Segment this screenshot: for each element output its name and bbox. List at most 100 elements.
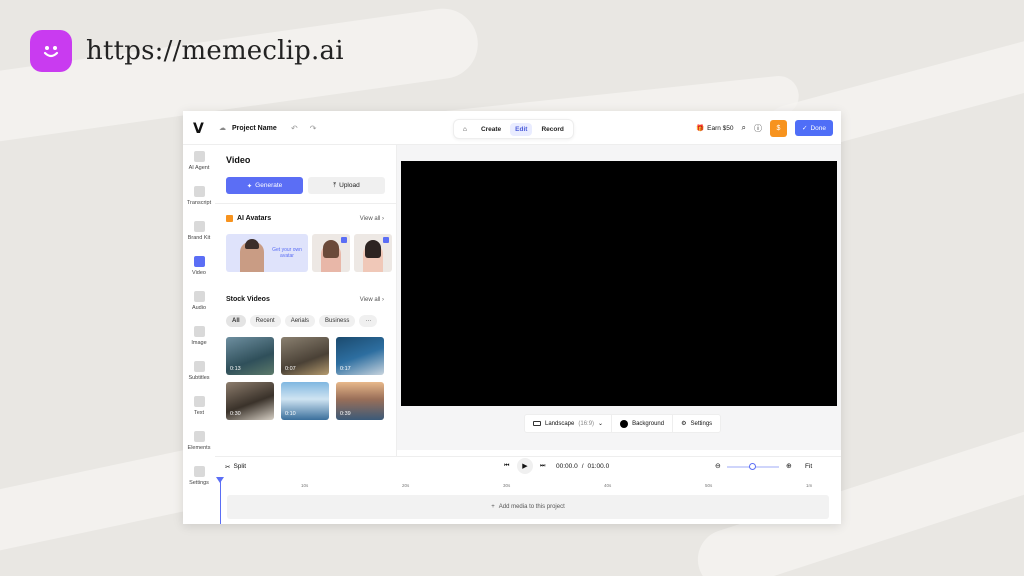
rail-item-video[interactable]: Video <box>183 256 215 276</box>
aspect-label: Landscape <box>545 420 575 427</box>
canvas-area: Landscape (16:9) ⌄ Background ⚙ Settings <box>397 145 841 450</box>
earn-label: Earn $50 <box>707 124 734 132</box>
sparkle-icon: ✦ <box>246 182 253 190</box>
avatar-card[interactable] <box>312 234 350 272</box>
tab-record[interactable]: Record <box>536 123 568 136</box>
rail-item-transcript[interactable]: Transcript <box>183 186 215 206</box>
rail-label: AI Agent <box>188 165 210 171</box>
stock-video-thumb[interactable]: 0:10 <box>281 382 329 420</box>
done-label: Done <box>810 124 826 132</box>
background-label: Background <box>632 420 665 427</box>
playhead[interactable] <box>220 479 221 524</box>
background-button[interactable]: Background <box>612 414 674 433</box>
rail-item-elements[interactable]: Elements <box>183 431 215 451</box>
stock-video-thumb[interactable]: 0:30 <box>226 382 274 420</box>
more-chips-icon[interactable]: ··· <box>359 315 378 327</box>
avatars-view-all[interactable]: View all › <box>360 216 384 222</box>
redo-icon[interactable]: ↷ <box>310 124 317 133</box>
chip-aerials[interactable]: Aerials <box>284 315 316 327</box>
video-duration: 0:30 <box>230 411 241 417</box>
upload-button[interactable]: ⤒ Upload <box>308 177 385 194</box>
zoom-in-icon[interactable]: ⊕ <box>786 462 792 470</box>
stock-videos-label: Stock Videos <box>226 296 270 303</box>
stock-video-thumb[interactable]: 0:17 <box>336 337 384 375</box>
search-icon[interactable]: ⌕ <box>742 123 746 133</box>
top-bar: V ☁ Project Name ↶ ↷ ⌂ Create Edit Recor… <box>183 111 841 145</box>
chip-recent[interactable]: Recent <box>249 315 281 327</box>
play-button[interactable]: ▶ <box>517 458 533 474</box>
stock-filter-chips: All Recent Aerials Business ··· <box>226 315 378 327</box>
upload-icon: ⤒ <box>333 181 337 189</box>
video-canvas[interactable] <box>401 161 837 406</box>
scissors-icon: ✂ <box>225 464 231 471</box>
rail-item-text[interactable]: Text <box>183 396 215 416</box>
elements-icon <box>193 431 205 442</box>
done-button[interactable]: ✓ Done <box>795 120 833 136</box>
rail-item-image[interactable]: Image <box>183 326 215 346</box>
check-icon: ✓ <box>802 125 808 132</box>
stock-video-thumb[interactable]: 0:07 <box>281 337 329 375</box>
rail-item-subtitles[interactable]: Subtitles <box>183 361 215 381</box>
smiley-face-icon <box>30 30 72 72</box>
chip-all[interactable]: All <box>226 315 246 327</box>
home-icon[interactable]: ⌂ <box>458 123 472 136</box>
timeline-ruler: 10s 20s 30s 40s 50s 1m <box>251 483 841 491</box>
video-duration: 0:07 <box>285 366 296 372</box>
video-duration: 0:10 <box>285 411 296 417</box>
rail-label: Audio <box>191 305 207 311</box>
audio-icon <box>193 291 205 302</box>
tick-label: 40s <box>604 483 612 488</box>
settings-label: Settings <box>690 420 713 427</box>
zoom-out-icon[interactable]: ⊖ <box>715 462 721 470</box>
zoom-slider[interactable] <box>727 463 779 470</box>
project-name-area[interactable]: ☁ Project Name <box>219 124 277 133</box>
split-label: Split <box>233 463 247 470</box>
app-logo-icon[interactable]: V <box>193 121 204 137</box>
add-media-track[interactable]: + Add media to this project <box>227 495 829 519</box>
generate-button[interactable]: ✦ Generate <box>226 177 303 194</box>
tab-create[interactable]: Create <box>476 123 506 136</box>
view-all-label: View all <box>359 216 381 222</box>
rail-item-audio[interactable]: Audio <box>183 291 215 311</box>
skip-forward-icon[interactable]: ⏭ <box>540 463 545 470</box>
earn-button[interactable]: 🎁 Earn $50 <box>696 124 734 133</box>
skip-back-icon[interactable]: ⏮ <box>504 463 509 470</box>
avatar-card[interactable] <box>354 234 392 272</box>
rail-label: Video <box>192 270 206 276</box>
text-icon <box>193 396 205 407</box>
fit-button[interactable]: Fit <box>805 463 812 470</box>
stock-view-all[interactable]: View all › <box>360 297 384 303</box>
project-name[interactable]: Project Name <box>232 125 277 132</box>
rail-label: Text <box>193 410 205 416</box>
canvas-settings-button[interactable]: ⚙ Settings <box>673 414 720 433</box>
rail-label: Brand Kit <box>187 235 211 241</box>
ai-agent-icon <box>193 151 205 162</box>
own-avatar-card[interactable]: Get your own avatar <box>226 234 308 272</box>
credits-badge-icon[interactable]: $ <box>770 119 787 137</box>
zoom-slider-handle[interactable] <box>749 463 756 470</box>
avatar-hair <box>323 240 339 258</box>
rail-item-settings[interactable]: Settings <box>183 466 215 486</box>
help-icon[interactable]: ⓘ <box>754 123 762 134</box>
stock-video-thumb[interactable]: 0:13 <box>226 337 274 375</box>
timeline-controls: ✂ Split ⏮ ▶ ⏭ 00:00.0/01:00.0 ⊖ ⊕ Fit <box>215 457 841 477</box>
rail-item-ai-agent[interactable]: AI Agent <box>183 151 215 171</box>
stock-video-thumb[interactable]: 0:39 <box>336 382 384 420</box>
tab-edit[interactable]: Edit <box>510 122 533 136</box>
rail-label: Transcript <box>186 200 212 206</box>
left-rail: AI Agent Transcript Brand Kit Video Audi… <box>183 145 215 490</box>
tick-label: 30s <box>503 483 511 488</box>
video-panel: Video ✦ Generate ⤒ Upload AI Avatars View … <box>215 145 397 490</box>
rail-label: Image <box>191 340 207 346</box>
undo-icon[interactable]: ↶ <box>291 124 298 133</box>
cloud-icon: ☁ <box>219 125 226 132</box>
landscape-icon <box>533 421 541 426</box>
split-button[interactable]: ✂ Split <box>225 463 246 471</box>
rail-item-brand-kit[interactable]: Brand Kit <box>183 221 215 241</box>
brand-kit-icon <box>193 221 205 232</box>
generate-label: Generate <box>255 182 283 189</box>
aspect-ratio-select[interactable]: Landscape (16:9) ⌄ <box>525 414 613 433</box>
chip-business[interactable]: Business <box>319 315 356 327</box>
ai-badge-icon <box>226 215 233 222</box>
brand-url[interactable]: https://memeclip.ai <box>86 36 344 66</box>
